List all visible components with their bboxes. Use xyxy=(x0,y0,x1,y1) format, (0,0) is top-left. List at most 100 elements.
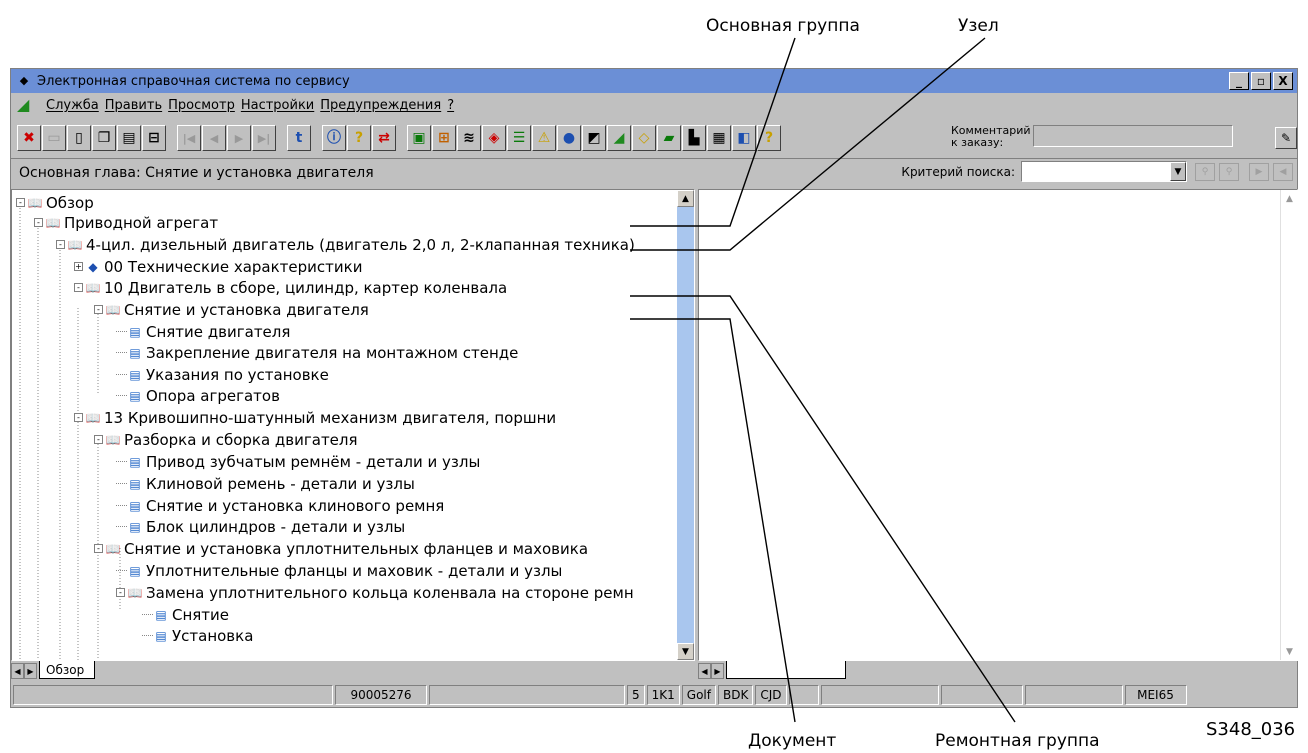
collapse-icon[interactable]: - xyxy=(94,305,103,314)
book-icon[interactable]: ◈ xyxy=(482,125,506,151)
scroll-up-icon[interactable]: ▲ xyxy=(677,190,694,207)
collapse-icon[interactable]: - xyxy=(94,435,103,444)
tree-connector xyxy=(116,395,127,396)
last-icon[interactable]: ▶| xyxy=(252,125,276,151)
go-forward-icon[interactable]: ▶ xyxy=(1249,162,1269,181)
paste-icon[interactable]: ▤ xyxy=(117,125,141,151)
tree-node[interactable]: ▤ Установка xyxy=(142,625,253,646)
vehicle-icon[interactable]: ⊟ xyxy=(142,125,166,151)
tree-node[interactable]: ▤ Уплотнительные фланцы и маховик - детал… xyxy=(116,560,562,581)
tree-node[interactable]: - 📖 13 Кривошипно-шатунный механизм двигат… xyxy=(74,407,556,428)
stack-icon[interactable]: ≋ xyxy=(457,125,481,151)
collapse-icon[interactable]: - xyxy=(116,588,125,597)
first-icon[interactable]: |◀ xyxy=(177,125,201,151)
callout-main-group: Основная группа xyxy=(706,16,860,36)
right-tab[interactable] xyxy=(726,661,846,679)
search-next-icon[interactable]: ⚲ xyxy=(1195,162,1215,181)
tree-node[interactable]: - 📖 Замена уплотнительного кольца коленвал… xyxy=(116,582,634,603)
doc-scroll-up-icon[interactable]: ▲ xyxy=(1281,190,1297,207)
right-tab-left-icon[interactable]: ◀ xyxy=(698,663,711,679)
menu-warnings[interactable]: Предупреждения xyxy=(317,98,444,113)
grid-icon[interactable]: ⊞ xyxy=(432,125,456,151)
left-tabstrip: ◀ ▶ Обзор xyxy=(11,661,695,679)
status-cell-empty xyxy=(940,685,1023,705)
list-icon[interactable]: ☰ xyxy=(507,125,531,151)
tree-node[interactable]: ▤ Снятие и установка клинового ремня xyxy=(116,495,444,516)
window-icon[interactable]: ◩ xyxy=(582,125,606,151)
tree-node[interactable]: - 📖 Приводной агрегат xyxy=(34,212,218,233)
tree-node[interactable]: - 📖 Разборка и сборка двигателя xyxy=(94,429,358,450)
document-scrollbar[interactable]: ▲ ▼ xyxy=(1280,190,1297,660)
collapse-icon[interactable]: - xyxy=(16,198,25,207)
dropdown-arrow-icon[interactable]: ▼ xyxy=(1170,162,1186,181)
help-icon[interactable]: ? xyxy=(347,125,371,151)
back-level-icon[interactable]: t xyxy=(287,125,311,151)
prev-icon[interactable]: ◀ xyxy=(202,125,226,151)
tree-node[interactable]: ▤ Снятие двигателя xyxy=(116,321,290,342)
edit-icon[interactable]: ◢ xyxy=(607,125,631,151)
new-document-icon[interactable]: ▯ xyxy=(67,125,91,151)
collapse-icon[interactable]: - xyxy=(74,283,83,292)
tab-left-icon[interactable]: ◀ xyxy=(11,663,24,679)
menu-view[interactable]: Просмотр xyxy=(165,98,238,113)
collapse-icon[interactable]: - xyxy=(56,240,65,249)
tree-node[interactable]: - 📖 Снятие и установка уплотнительных флан… xyxy=(94,538,588,559)
go-back-icon[interactable]: ◀ xyxy=(1273,162,1293,181)
collapse-icon[interactable]: - xyxy=(34,218,43,227)
note-icon[interactable]: ◧ xyxy=(732,125,756,151)
info-icon[interactable]: ⓘ xyxy=(322,125,346,151)
car-icon[interactable]: ▰ xyxy=(657,125,681,151)
switch-icon[interactable]: ⇄ xyxy=(372,125,396,151)
tree-node[interactable]: - 📖 10 Двигатель в сборе, цилиндр, картер … xyxy=(74,277,507,298)
tree-node[interactable]: ▤ Блок цилиндров - детали и узлы xyxy=(116,516,405,537)
collapse-icon[interactable]: - xyxy=(74,413,83,422)
doc-scroll-down-icon[interactable]: ▼ xyxy=(1281,643,1297,660)
tree-connector xyxy=(116,461,127,462)
globe-icon[interactable]: ● xyxy=(557,125,581,151)
search-combo[interactable]: ▼ xyxy=(1021,161,1187,182)
next-icon[interactable]: ▶ xyxy=(227,125,251,151)
search-prev-icon[interactable]: ⚲ xyxy=(1219,162,1239,181)
scroll-thumb[interactable] xyxy=(677,207,694,467)
comment-edit-icon[interactable]: ✎ xyxy=(1275,127,1297,149)
tree-node[interactable]: + ◆ 00 Технические характеристики xyxy=(74,256,362,277)
tree-node[interactable]: ▤ Привод зубчатым ремнём - детали и узлы xyxy=(116,451,480,472)
tree-node[interactable]: - 📖 Обзор xyxy=(16,192,94,213)
document-pane: ▲ ▼ xyxy=(698,189,1298,661)
collapse-icon[interactable]: - xyxy=(94,544,103,553)
document-icon: ▤ xyxy=(129,454,141,469)
warning-icon[interactable]: ⚠ xyxy=(532,125,556,151)
print-icon[interactable]: ▭ xyxy=(42,125,66,151)
tree-node[interactable]: ▤ Указания по установке xyxy=(116,364,329,385)
menu-settings[interactable]: Настройки xyxy=(238,98,317,113)
close-button[interactable]: X xyxy=(1273,72,1293,90)
tree-scrollbar[interactable]: ▲ ▼ xyxy=(677,190,694,660)
copy-icon[interactable]: ❐ xyxy=(92,125,116,151)
expand-icon[interactable]: + xyxy=(74,262,83,271)
minimize-button[interactable]: _ xyxy=(1229,72,1249,90)
tree-connector xyxy=(116,331,127,332)
right-tab-right-icon[interactable]: ▶ xyxy=(711,663,724,679)
tree-node[interactable]: ▤ Клиновой ремень - детали и узлы xyxy=(116,473,415,494)
car-tools-icon[interactable]: ▙ xyxy=(682,125,706,151)
comment-field[interactable] xyxy=(1033,125,1233,147)
tree-node[interactable]: - 📖 Снятие и установка двигателя xyxy=(94,299,369,320)
scroll-down-icon[interactable]: ▼ xyxy=(677,643,694,660)
tree-node[interactable]: ▤ Снятие xyxy=(142,604,229,625)
clipboard-icon[interactable]: ▦ xyxy=(707,125,731,151)
question-doc-icon[interactable]: ? xyxy=(757,125,781,151)
menu-help[interactable]: ? xyxy=(444,98,457,113)
eraser-icon[interactable]: ◢ xyxy=(17,97,39,113)
menu-edit[interactable]: Править xyxy=(102,98,165,113)
pencil-icon[interactable]: ◇ xyxy=(632,125,656,151)
tree-node[interactable]: ▤ Опора агрегатов xyxy=(116,385,280,406)
tree-node[interactable]: - 📖 4-цил. дизельный двигатель (двигатель … xyxy=(56,234,635,255)
tree-node[interactable]: ▤ Закрепление двигателя на монтажном стен… xyxy=(116,342,518,363)
tab-right-icon[interactable]: ▶ xyxy=(24,663,37,679)
chapter-title: Основная глава: Снятие и установка двига… xyxy=(19,164,374,181)
restore-button[interactable]: ▫ xyxy=(1251,72,1271,90)
chip-icon[interactable]: ▣ xyxy=(407,125,431,151)
exit-icon[interactable]: ✖ xyxy=(17,125,41,151)
tab-overview[interactable]: Обзор xyxy=(39,661,96,679)
menu-service[interactable]: Служба xyxy=(43,98,102,113)
